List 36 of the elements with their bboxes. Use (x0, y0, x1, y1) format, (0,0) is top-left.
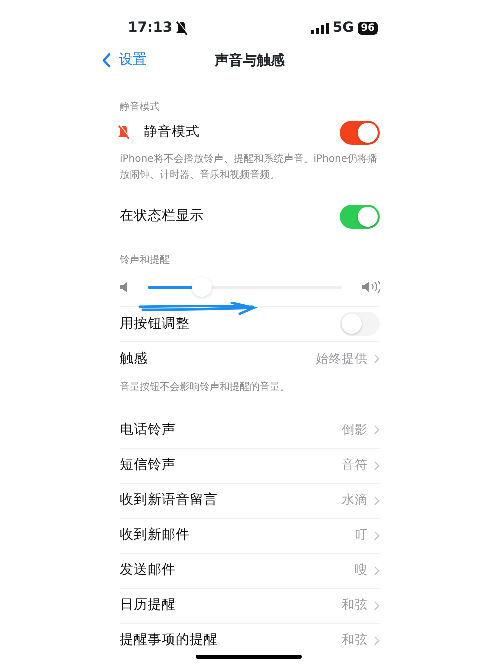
list-row[interactable]: 触感 始终提供 (120, 341, 380, 376)
section-header: 静音模式 (120, 100, 161, 115)
chevron-right-icon (374, 600, 380, 610)
footnote: iPhone将不会播放铃声、提醒和系统声音。iPhone仍将播放闹钟、计时器、音乐和视频音频。 (120, 152, 379, 182)
clock-time: 17:13 (128, 18, 173, 38)
list-row[interactable]: 收到新邮件 叮 (120, 518, 380, 552)
chevron-right-icon (374, 636, 380, 646)
back-chevron-icon (102, 53, 111, 68)
battery-indicator: 96 (358, 22, 378, 34)
list-row[interactable]: 发送邮件 嗖 (120, 552, 380, 588)
list-row[interactable]: 电话铃声 倒影 (120, 412, 380, 448)
footnote: 音量按钮不会影响铃声和提醒的音量。 (120, 380, 291, 395)
list-row[interactable]: 日历提醒 和弦 (120, 588, 380, 622)
bell-slash-icon (118, 125, 130, 140)
toggle-switch[interactable] (340, 120, 380, 144)
network-label: 5G (332, 18, 354, 38)
toggle-switch[interactable] (340, 312, 380, 336)
volume-high-icon (362, 281, 380, 293)
chevron-right-icon (374, 354, 380, 364)
list-row[interactable]: 收到新语音留言 水滴 (120, 482, 380, 518)
section-header: 铃声和提醒 (120, 254, 171, 268)
toggle-switch[interactable] (340, 204, 380, 228)
chevron-right-icon (374, 460, 380, 470)
chevron-right-icon (374, 530, 380, 540)
row-label: 静音模式 (144, 123, 200, 142)
list-row[interactable]: 短信铃声 音符 (120, 448, 380, 482)
chevron-right-icon (374, 566, 380, 576)
row-label: 用按钮调整 (120, 314, 190, 334)
page-title: 声音与触感 (215, 52, 285, 71)
chevron-right-icon (374, 496, 380, 506)
chevron-right-icon (374, 425, 380, 435)
slider-thumb[interactable] (192, 277, 212, 297)
signal-icon (310, 22, 329, 34)
volume-low-icon (120, 282, 128, 292)
row-label: 在状态栏显示 (120, 207, 204, 226)
back-button[interactable]: 设置 (102, 50, 147, 71)
